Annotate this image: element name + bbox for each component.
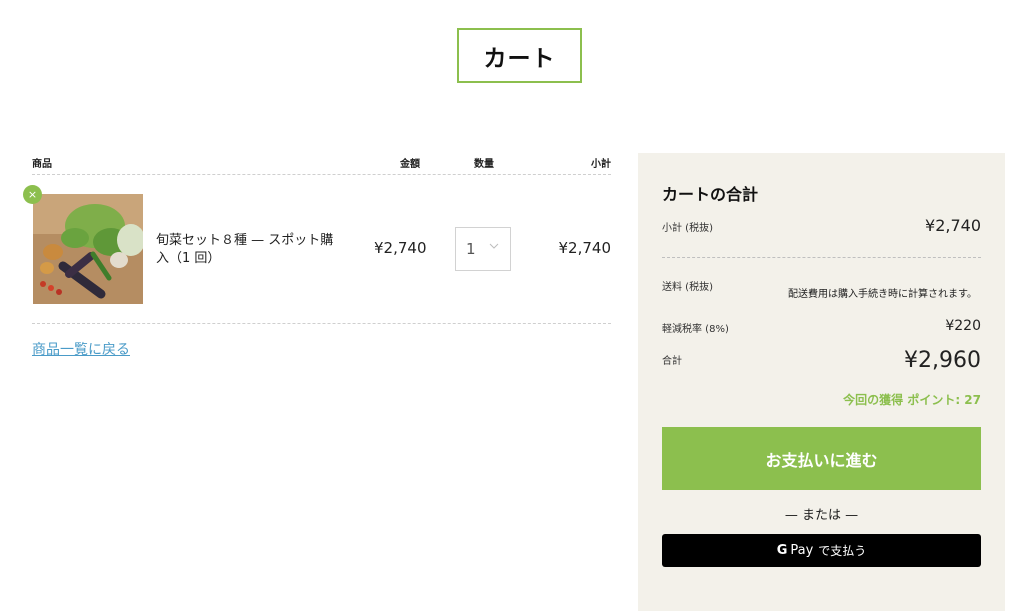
header-quantity: 数量 xyxy=(474,159,494,170)
quantity-select[interactable]: 1 xyxy=(455,227,511,271)
total-value: ¥2,960 xyxy=(904,348,981,373)
header-divider xyxy=(32,174,611,175)
remove-icon[interactable]: × xyxy=(23,185,42,204)
item-subtotal: ¥2,740 xyxy=(558,239,612,257)
points-earned: 今回の獲得 ポイント: 27 xyxy=(843,393,981,407)
chevron-down-icon xyxy=(489,241,499,254)
shipping-note: 配送費用は購入手続き時に計算されます。 xyxy=(788,289,977,300)
checkout-button[interactable]: お支払いに進む xyxy=(662,427,981,490)
product-image[interactable] xyxy=(33,194,143,304)
summary-divider xyxy=(662,257,981,258)
page-title: カート xyxy=(457,28,582,83)
header-price: 金額 xyxy=(400,159,420,170)
header-subtotal: 小計 xyxy=(591,159,611,170)
google-g-icon: G xyxy=(776,543,788,558)
header-product: 商品 xyxy=(32,159,52,170)
gpay-wordmark: Pay xyxy=(790,543,814,558)
or-separator: — または — xyxy=(784,508,859,523)
quantity-value: 1 xyxy=(466,240,476,258)
total-label: 合計 xyxy=(662,356,682,367)
item-price: ¥2,740 xyxy=(374,239,427,257)
row-divider xyxy=(32,323,611,324)
tax-value: ¥220 xyxy=(945,318,981,334)
shipping-label: 送料 (税抜) xyxy=(662,282,713,293)
subtotal-value: ¥2,740 xyxy=(925,216,981,235)
subtotal-label: 小計 (税抜) xyxy=(662,223,713,234)
product-name[interactable]: 旬菜セット８種 — スポット購入（1 回） xyxy=(156,232,346,268)
gpay-label: で支払う xyxy=(818,544,867,558)
cart-totals-panel: カートの合計 小計 (税抜) ¥2,740 送料 (税抜) 配送費用は購入手続き… xyxy=(638,153,1005,611)
cart-totals-title: カートの合計 xyxy=(662,185,759,204)
back-to-products-link[interactable]: 商品一覧に戻る xyxy=(32,339,130,359)
google-pay-button[interactable]: G Pay で支払う xyxy=(662,534,981,567)
tax-label: 軽減税率 (8%) xyxy=(662,324,729,335)
